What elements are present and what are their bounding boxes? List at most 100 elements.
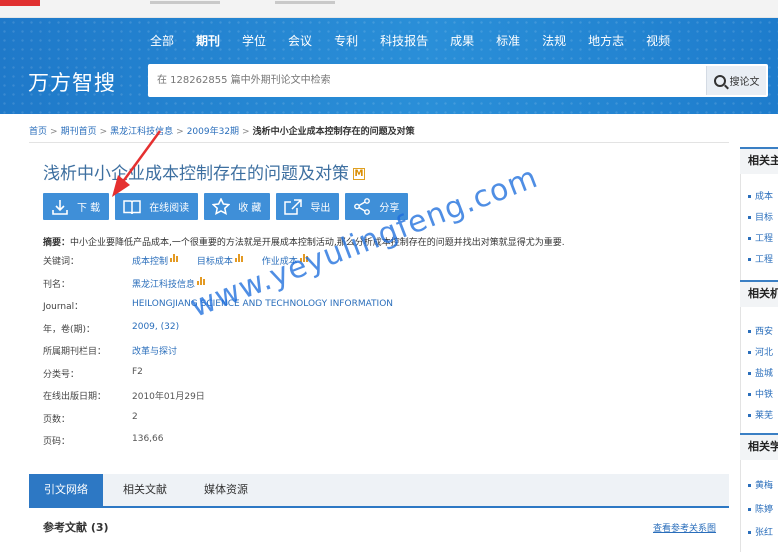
article-title-text: 浅析中小企业成本控制存在的问题及对策 <box>43 164 349 184</box>
sidebar-link[interactable]: 工程 <box>755 252 773 265</box>
nav-item-tech-report[interactable]: 科技报告 <box>380 32 428 49</box>
nav-item-journal[interactable]: 期刊 <box>196 32 220 49</box>
meta-row-column: 所属期刊栏目： 改革与探讨 <box>43 344 683 367</box>
sidebar-link[interactable]: 盐城 <box>755 366 773 379</box>
top-strip-links <box>150 1 220 4</box>
bullet <box>748 330 751 333</box>
metadata-badge[interactable]: M <box>353 168 365 180</box>
tab-related-literature[interactable]: 相关文献 <box>123 474 167 506</box>
bullet <box>748 372 751 375</box>
keyword-link[interactable]: 成本控制 <box>132 254 180 267</box>
top-strip <box>0 0 778 18</box>
sidebar-link[interactable]: 工程 <box>755 231 773 244</box>
class-value: F2 <box>132 366 143 377</box>
sidebar-link[interactable]: 成本 <box>755 189 773 202</box>
brand-logo[interactable]: 万方智搜 <box>28 67 116 97</box>
star-icon <box>212 198 231 215</box>
sidebar-section-title: 相关学 <box>740 433 778 460</box>
nav-item-all[interactable]: 全部 <box>150 32 174 49</box>
pagenum-label: 页码： <box>43 437 71 447</box>
nav-item-conference[interactable]: 会议 <box>288 32 312 49</box>
breadcrumb-journal-home[interactable]: 期刊首页 <box>61 127 97 137</box>
export-label: 导出 <box>310 203 331 214</box>
year-link[interactable]: 2009, (32) <box>132 322 179 332</box>
sidebar-link[interactable]: 西安 <box>755 324 773 337</box>
bar-chart-icon[interactable] <box>170 254 180 262</box>
sidebar-section-title: 相关机 <box>740 280 778 307</box>
bar-chart-icon[interactable] <box>234 254 245 262</box>
breadcrumb-current: 浅析中小企业成本控制存在的问题及对策 <box>252 127 415 137</box>
reference-graph-link[interactable]: 查看参考关系图 <box>653 521 716 534</box>
bullet <box>748 258 751 261</box>
column-link[interactable]: 改革与探讨 <box>132 344 177 357</box>
annotation-arrow <box>112 130 162 197</box>
breadcrumb-separator: > <box>176 127 184 137</box>
bullet <box>748 195 751 198</box>
bullet <box>748 414 751 417</box>
pages-value: 2 <box>132 411 138 422</box>
bullet <box>748 508 751 511</box>
meta-row-journal: 刊名： 黑龙江科技信息 <box>43 276 683 300</box>
sidebar-link[interactable]: 莱芜 <box>755 408 773 421</box>
meta-row-class: 分类号： F2 <box>43 367 683 390</box>
nav-item-standard[interactable]: 标准 <box>496 32 520 49</box>
bullet <box>748 531 751 534</box>
meta-row-pagenum: 页码： 136,66 <box>43 434 683 457</box>
sidebar-link[interactable]: 目标 <box>755 210 773 223</box>
abstract-label: 摘要： <box>43 238 71 248</box>
search-button[interactable]: 搜论文 <box>706 66 766 95</box>
keyword-text: 成本控制 <box>132 257 169 267</box>
references-title: 参考文献 (3) <box>43 521 109 534</box>
meta-row-pages: 页数： 2 <box>43 412 683 435</box>
sidebar-link[interactable]: 张红 <box>755 525 773 538</box>
nav-item-degree[interactable]: 学位 <box>242 32 266 49</box>
article-actions: 下 载 在线阅读 收 藏 导出 分享 <box>43 193 414 220</box>
tab-media-resources[interactable]: 媒体资源 <box>204 474 248 506</box>
meta-row-journal-en: Journal： HEILONGJIANG SCIENCE AND TECHNO… <box>43 299 683 322</box>
download-icon <box>52 199 68 215</box>
year-label: 年，卷(期)： <box>43 324 96 335</box>
site-header: 全部 期刊 学位 会议 专利 科技报告 成果 标准 法规 地方志 视频 万方智搜… <box>0 18 778 114</box>
bullet <box>748 216 751 219</box>
nav-item-video[interactable]: 视频 <box>646 32 670 49</box>
breadcrumb: 首页 > 期刊首页 > 黑龙江科技信息 >2009年32期 > 浅析中小企业成本控制存在的问题… <box>29 124 415 137</box>
journal-en-label: Journal： <box>43 302 84 312</box>
site-logo[interactable] <box>0 0 40 6</box>
page: 全部 期刊 学位 会议 专利 科技报告 成果 标准 法规 地方志 视频 万方智搜… <box>0 0 778 552</box>
favorite-label: 收 藏 <box>238 203 262 214</box>
nav-item-patent[interactable]: 专利 <box>334 32 358 49</box>
sidebar-link[interactable]: 黄梅 <box>755 478 773 491</box>
search-button-label: 搜论文 <box>729 77 760 88</box>
journal-link[interactable]: 黑龙江科技信息 <box>132 280 195 290</box>
pages-label: 页数： <box>43 414 71 425</box>
journal-label: 刊名： <box>43 279 71 290</box>
keyword-link[interactable]: 目标成本 <box>196 254 245 267</box>
export-button[interactable]: 导出 <box>276 193 340 220</box>
search-bar: 搜论文 <box>148 64 768 97</box>
search-input[interactable] <box>148 64 706 97</box>
pubdate-value: 2010年01月29日 <box>132 392 205 402</box>
breadcrumb-issue[interactable]: 2009年32期 <box>187 127 239 137</box>
favorite-button[interactable]: 收 藏 <box>204 193 271 220</box>
nav-item-local-chronicle[interactable]: 地方志 <box>588 32 624 49</box>
journal-en-link[interactable]: HEILONGJIANG SCIENCE AND TECHNOLOGY INFO… <box>132 299 393 309</box>
tab-citation-network[interactable]: 引文网络 <box>29 474 103 506</box>
export-icon <box>284 198 303 215</box>
breadcrumb-separator: > <box>242 127 250 137</box>
keyword-text: 目标成本 <box>196 257 233 267</box>
article-metadata: 关键词： 成本控制 目标成本 作业成本 刊名： 黑龙江科技信息 Journal：… <box>43 254 683 457</box>
sidebar-link[interactable]: 河北 <box>755 345 773 358</box>
breadcrumb-home[interactable]: 首页 <box>29 127 47 137</box>
download-label: 下 载 <box>77 203 101 214</box>
sidebar-link[interactable]: 中铁 <box>755 387 773 400</box>
top-strip-links <box>275 1 335 4</box>
sidebar-link[interactable]: 陈婷 <box>755 502 773 515</box>
nav-item-law[interactable]: 法规 <box>542 32 566 49</box>
tab-bar: 引文网络 相关文献 媒体资源 <box>29 474 729 508</box>
search-icon <box>713 74 726 87</box>
nav-item-achievement[interactable]: 成果 <box>450 32 474 49</box>
sidebar-section-title: 相关主 <box>740 147 778 174</box>
meta-row-pubdate: 在线出版日期： 2010年01月29日 <box>43 389 683 412</box>
keywords-label: 关键词： <box>43 257 80 267</box>
pagenum-value: 136,66 <box>132 434 164 444</box>
